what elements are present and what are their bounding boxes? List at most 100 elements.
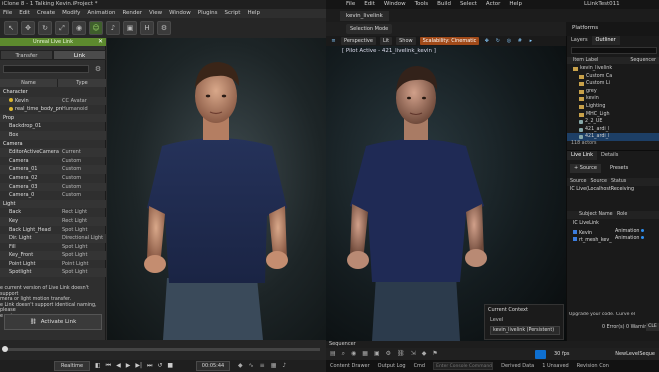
menu-item-edit[interactable]: Edit: [19, 9, 30, 18]
scale-tool-icon[interactable]: ⤢: [55, 21, 69, 35]
globe-icon[interactable]: ◎: [505, 38, 512, 45]
tree-item[interactable]: Kevin CC Avatar: [0, 96, 106, 106]
tree-item[interactable]: Key Rect Light: [0, 216, 106, 226]
menu-item-script[interactable]: Script: [224, 9, 240, 18]
tree-item[interactable]: Point Light Point Light: [0, 260, 106, 269]
menu-item-render[interactable]: Render: [122, 9, 142, 18]
column-name[interactable]: Name: [0, 79, 58, 87]
timeline-playhead[interactable]: [2, 346, 8, 352]
rotate-icon[interactable]: ↻: [494, 38, 501, 45]
ue-menu-item-edit[interactable]: Edit: [364, 0, 375, 9]
tab-outliner[interactable]: Outliner: [591, 36, 620, 45]
column-type[interactable]: Type: [58, 79, 106, 87]
tree-item[interactable]: Spotlight Spot Light: [0, 268, 106, 278]
character-creator-icon[interactable]: ☺: [89, 21, 103, 35]
magnet-icon[interactable]: [535, 350, 546, 359]
tree-item[interactable]: Back Rect Light: [0, 208, 106, 217]
outliner-row[interactable]: kevin: [567, 95, 659, 103]
tree-item[interactable]: Key_Front Spot Light: [0, 251, 106, 260]
close-icon[interactable]: ✕: [98, 38, 103, 45]
outliner-row[interactable]: Lighting: [567, 103, 659, 111]
tree-category[interactable]: Character: [0, 88, 106, 97]
tree-category[interactable]: Camera: [0, 140, 106, 149]
timeline-icon[interactable]: ≡: [260, 361, 265, 371]
ue-menu-item-help[interactable]: Help: [509, 0, 522, 9]
clear-button[interactable]: CLE: [646, 323, 659, 331]
search-icon[interactable]: ⌕: [342, 350, 345, 358]
tree-category[interactable]: Light: [0, 199, 106, 209]
hd-icon[interactable]: H: [140, 21, 154, 35]
ue-menu-item-actor[interactable]: Actor: [486, 0, 500, 9]
menu-item-create[interactable]: Create: [37, 9, 55, 18]
tab-layers[interactable]: Layers: [567, 36, 592, 45]
menu-item-plugins[interactable]: Plugins: [198, 9, 218, 18]
derived-data-button[interactable]: Derived Data: [501, 363, 534, 369]
perspective-button[interactable]: Perspective: [341, 37, 376, 45]
console-command-input[interactable]: Enter Console Command: [433, 362, 494, 370]
content-drawer-button[interactable]: Content Drawer: [330, 363, 370, 369]
menu-item-animation[interactable]: Animation: [87, 9, 115, 18]
select-tool-icon[interactable]: ↖: [4, 21, 18, 35]
menu-item-help[interactable]: Help: [247, 9, 260, 18]
tree-category[interactable]: Prop: [0, 113, 106, 123]
level-dropdown[interactable]: kevin_livelink (Persistent): [490, 326, 560, 335]
item-label-column[interactable]: Item Label: [573, 57, 598, 64]
tree-item[interactable]: Camera_01 Custom: [0, 165, 106, 174]
tree-item[interactable]: Fill Spot Light: [0, 243, 106, 252]
snap-icon[interactable]: ⇲: [411, 350, 416, 358]
prev-frame-icon[interactable]: ◀: [116, 361, 121, 371]
menu-item-view[interactable]: View: [149, 9, 162, 18]
outliner-row[interactable]: 421_ardi_l: [567, 133, 659, 141]
key-icon[interactable]: ◆: [422, 350, 427, 358]
render-icon[interactable]: ▣: [374, 350, 380, 358]
timecode-field[interactable]: 00:05:44: [196, 361, 230, 371]
activate-link-button[interactable]: ⛓ Activate Link: [4, 314, 102, 330]
timeline-track[interactable]: [4, 348, 320, 351]
move-tool-icon[interactable]: ✥: [21, 21, 35, 35]
tree-item[interactable]: Camera_02 Custom: [0, 174, 106, 183]
output-log-button[interactable]: Output Log: [378, 363, 406, 369]
checkbox-icon[interactable]: [9, 98, 13, 103]
grid-icon[interactable]: ▦: [271, 361, 277, 371]
camera-icon[interactable]: ◉: [351, 350, 356, 358]
sequencer-tab[interactable]: Sequencer: [326, 341, 659, 348]
tree-item[interactable]: Camera Custom: [0, 157, 106, 166]
unsaved-button[interactable]: 1 Unsaved: [542, 363, 568, 369]
search-input[interactable]: [3, 65, 89, 73]
sequencer-column[interactable]: Sequencer: [630, 57, 656, 64]
tree-item[interactable]: EditorActiveCamera Current: [0, 148, 106, 157]
menu-item-file[interactable]: File: [3, 9, 12, 18]
grid-snap-icon[interactable]: #: [516, 38, 523, 45]
speaker-icon[interactable]: ♪: [282, 361, 286, 371]
show-button[interactable]: Show: [396, 37, 416, 45]
tree-item[interactable]: Camera_0 Custom: [0, 191, 106, 200]
realtime-dropdown[interactable]: Realtime: [54, 361, 90, 371]
checkbox-icon[interactable]: [573, 237, 577, 242]
link-icon[interactable]: ⛓: [397, 350, 405, 358]
loop-icon[interactable]: ↺: [157, 361, 162, 371]
settings-icon[interactable]: ⚙: [386, 350, 391, 358]
checkbox-icon[interactable]: [573, 229, 577, 234]
tree-item[interactable]: real_time_body_previewHumanoid: [0, 105, 106, 114]
add-source-button[interactable]: + Source: [570, 164, 601, 173]
menu-item-window[interactable]: Window: [169, 9, 191, 18]
subject-row[interactable]: IC LiveLink: [567, 220, 659, 228]
tab-live-link[interactable]: Live Link: [567, 151, 598, 160]
outliner-row[interactable]: 421_ardi_l: [567, 126, 659, 134]
outliner-row[interactable]: Custom Li: [567, 80, 659, 88]
settings-icon[interactable]: ⚙: [157, 21, 171, 35]
next-frame-icon[interactable]: ▶|: [135, 361, 142, 371]
level-tab[interactable]: kevin_livelink: [340, 11, 389, 21]
gear-icon[interactable]: ⚙: [93, 64, 103, 74]
film-icon[interactable]: ▦: [362, 350, 368, 358]
outliner-row[interactable]: grey: [567, 88, 659, 96]
platforms-button[interactable]: Platforms: [572, 23, 598, 33]
record-icon[interactable]: ◧: [95, 361, 101, 371]
save-icon[interactable]: ▤: [330, 350, 336, 358]
subject-row[interactable]: rt_mesh_kev_ Animation: [567, 235, 659, 243]
hamburger-icon[interactable]: ≡: [330, 38, 337, 45]
tree-item[interactable]: Camera_03 Custom: [0, 182, 106, 192]
ue-menu-item-build[interactable]: Build: [437, 0, 451, 9]
rotate-tool-icon[interactable]: ↻: [38, 21, 52, 35]
source-row[interactable]: IC Live(LocalhostReceiving: [567, 186, 659, 194]
